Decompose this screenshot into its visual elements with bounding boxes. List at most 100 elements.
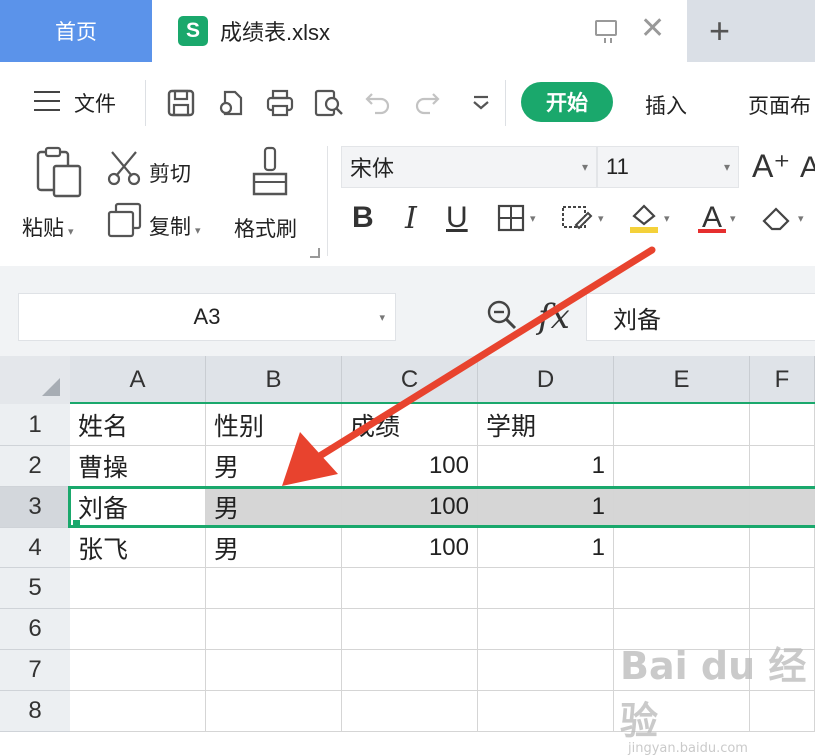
shrink-font-button[interactable]: A [800, 151, 815, 185]
fill-color-button[interactable]: ▾ [628, 198, 670, 238]
font-size-select[interactable]: 11 ▾ [597, 146, 739, 188]
customize-toolbar-icon[interactable] [465, 88, 497, 120]
bold-button[interactable]: B [352, 198, 374, 238]
underline-button[interactable]: U [446, 198, 468, 238]
cell-c6[interactable] [342, 609, 478, 650]
cut-button[interactable]: 剪切 [149, 158, 191, 188]
cell-style-button[interactable]: ▾ [560, 198, 604, 238]
cell-d7[interactable] [478, 650, 614, 691]
close-tab-icon[interactable]: ✕ [640, 14, 665, 44]
name-box[interactable]: A3 ▾ [18, 293, 396, 341]
border-button[interactable]: ▾ [496, 198, 536, 238]
print-icon[interactable] [264, 88, 296, 120]
cell-e2[interactable] [614, 446, 750, 487]
column-header-c[interactable]: C [342, 356, 478, 404]
redo-icon[interactable] [411, 88, 443, 120]
italic-button[interactable]: I [405, 198, 417, 238]
row-header-4[interactable]: 4 [0, 528, 70, 568]
cell-f1[interactable] [750, 404, 815, 446]
tab-start[interactable]: 开始 [521, 82, 613, 122]
cell-f4[interactable] [750, 528, 815, 568]
cell-f3[interactable] [750, 487, 815, 528]
cell-a4[interactable]: 张飞 [70, 528, 206, 568]
copy-button[interactable]: 复制 ▾ [149, 211, 201, 241]
cell-e1[interactable] [614, 404, 750, 446]
cell-b8[interactable] [206, 691, 342, 732]
tab-page-layout[interactable]: 页面布 [748, 90, 811, 120]
cell-f2[interactable] [750, 446, 815, 487]
cell-d6[interactable] [478, 609, 614, 650]
cell-d3[interactable]: 1 [478, 487, 614, 528]
row-header-3[interactable]: 3 [0, 487, 70, 528]
copy-icon[interactable] [106, 202, 144, 238]
paste-icon[interactable] [34, 146, 84, 198]
column-header-b[interactable]: B [206, 356, 342, 404]
column-header-f[interactable]: F [750, 356, 815, 404]
font-color-button[interactable]: A ▾ [698, 198, 736, 238]
cell-a5[interactable] [70, 568, 206, 609]
cell-d2[interactable]: 1 [478, 446, 614, 487]
cell-c4[interactable]: 100 [342, 528, 478, 568]
cell-c8[interactable] [342, 691, 478, 732]
tab-file[interactable]: S 成绩表.xlsx ✕ [152, 0, 687, 62]
cell-d4[interactable]: 1 [478, 528, 614, 568]
row-header-8[interactable]: 8 [0, 691, 70, 732]
cell-c7[interactable] [342, 650, 478, 691]
column-header-e[interactable]: E [614, 356, 750, 404]
format-painter-icon[interactable] [250, 146, 294, 202]
save-icon[interactable] [165, 88, 197, 120]
cell-a8[interactable] [70, 691, 206, 732]
zoom-icon[interactable] [485, 298, 519, 340]
row-header-1[interactable]: 1 [0, 404, 70, 446]
cell-b6[interactable] [206, 609, 342, 650]
cell-b7[interactable] [206, 650, 342, 691]
cell-a2[interactable]: 曹操 [70, 446, 206, 487]
monitor-icon[interactable] [595, 20, 617, 43]
grow-font-button[interactable]: A⁺ [752, 147, 790, 185]
fill-handle[interactable] [73, 520, 80, 527]
cell-e5[interactable] [614, 568, 750, 609]
tab-home[interactable]: 首页 [0, 0, 152, 62]
clipboard-expand-icon[interactable] [310, 248, 320, 258]
row-header-7[interactable]: 7 [0, 650, 70, 691]
cell-b2[interactable]: 男 [206, 446, 342, 487]
format-painter-button[interactable]: 格式刷 [234, 213, 297, 243]
row-header-5[interactable]: 5 [0, 568, 70, 609]
paste-button[interactable]: 粘贴 ▾ [22, 212, 74, 242]
tab-insert[interactable]: 插入 [645, 90, 687, 120]
cell-c2[interactable]: 100 [342, 446, 478, 487]
cell-f5[interactable] [750, 568, 815, 609]
column-header-d[interactable]: D [478, 356, 614, 404]
row-header-6[interactable]: 6 [0, 609, 70, 650]
cell-b5[interactable] [206, 568, 342, 609]
cell-d8[interactable] [478, 691, 614, 732]
print-preview-icon[interactable] [313, 88, 345, 120]
menu-file[interactable]: 文件 [74, 88, 116, 118]
cut-icon[interactable] [106, 150, 144, 186]
font-name-select[interactable]: 宋体 ▾ [341, 146, 597, 188]
cell-c1[interactable]: 成绩 [342, 404, 478, 446]
formula-input[interactable]: 刘备 [586, 293, 815, 341]
undo-icon[interactable] [362, 88, 394, 120]
cell-a6[interactable] [70, 609, 206, 650]
cell-c3[interactable]: 100 [342, 487, 478, 528]
cell-b1[interactable]: 性别 [206, 404, 342, 446]
cell-b4[interactable]: 男 [206, 528, 342, 568]
function-icon[interactable]: fx [538, 297, 570, 337]
export-icon[interactable] [216, 88, 248, 120]
hamburger-icon[interactable] [34, 91, 60, 111]
cell-a1[interactable]: 姓名 [70, 404, 206, 446]
cell-d5[interactable] [478, 568, 614, 609]
new-tab-button[interactable]: + [687, 0, 815, 62]
cell-e4[interactable] [614, 528, 750, 568]
column-header-a[interactable]: A [70, 356, 206, 404]
clear-button[interactable]: ▾ [760, 198, 804, 238]
cell-a7[interactable] [70, 650, 206, 691]
cell-a3[interactable]: 刘备 [70, 487, 206, 528]
cell-d1[interactable]: 学期 [478, 404, 614, 446]
cell-b3[interactable]: 男 [206, 487, 342, 528]
cell-c5[interactable] [342, 568, 478, 609]
cell-e3[interactable] [614, 487, 750, 528]
select-all-corner[interactable] [0, 356, 70, 404]
row-header-2[interactable]: 2 [0, 446, 70, 487]
